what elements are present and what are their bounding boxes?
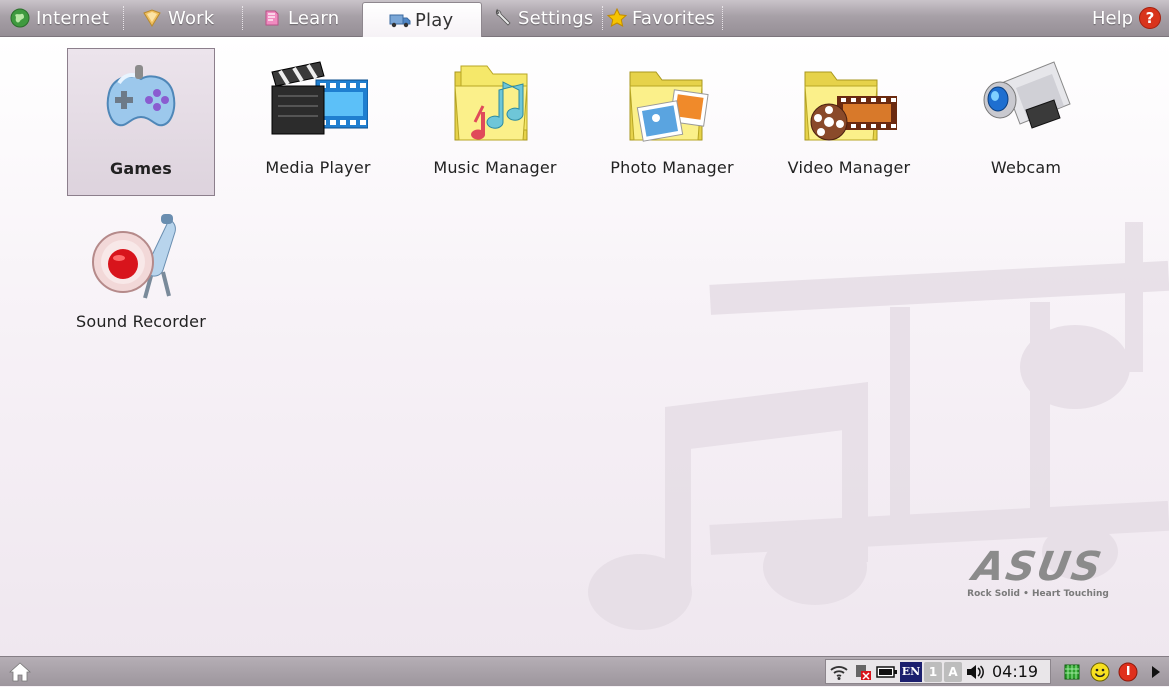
tab-play[interactable]: Play <box>362 2 482 37</box>
tab-label: Favorites <box>632 7 716 29</box>
tab-label: Work <box>168 7 215 29</box>
app-sound-recorder[interactable]: Sound Recorder <box>67 202 215 350</box>
app-label: Webcam <box>990 158 1062 177</box>
app-label: Photo Manager <box>610 158 734 177</box>
tab-label: Settings <box>518 7 594 29</box>
asus-logo: ASUS <box>969 544 1107 590</box>
clock[interactable]: 04:19 <box>992 662 1038 681</box>
webcam-icon <box>983 61 1071 129</box>
desktop: Games Media Player Music Manager Photo M… <box>0 37 1169 656</box>
help-label: Help <box>1091 7 1133 29</box>
asus-tagline: Rock Solid • Heart Touching <box>967 589 1109 599</box>
app-video-manager[interactable]: Video Manager <box>775 48 923 196</box>
app-media-player[interactable]: Media Player <box>244 48 392 196</box>
app-label: Media Player <box>265 158 371 177</box>
clapperboard-icon <box>271 61 368 135</box>
tab-work[interactable]: Work <box>142 2 214 34</box>
truck-icon <box>389 10 411 30</box>
globe-icon <box>10 8 30 28</box>
tab-favorites[interactable]: Favorites <box>606 2 716 34</box>
wifi-icon[interactable] <box>828 662 850 682</box>
shutdown-icon[interactable] <box>1116 661 1140 683</box>
book-icon <box>262 8 282 28</box>
tab-separator <box>123 6 124 30</box>
gamepad-icon <box>106 65 176 127</box>
tab-separator <box>602 6 603 30</box>
tab-label: Internet <box>36 7 110 29</box>
app-label: Games <box>110 159 172 178</box>
star-icon <box>606 7 628 28</box>
taskbar: EN 1 A 04:19 <box>0 656 1169 686</box>
question-icon: ? <box>1139 7 1161 29</box>
memory-chip-icon[interactable] <box>1060 661 1084 683</box>
music-folder-icon <box>454 65 528 141</box>
tab-separator <box>242 6 243 30</box>
tab-learn[interactable]: Learn <box>262 2 339 34</box>
folder-icon <box>142 8 162 28</box>
home-icon <box>8 662 32 682</box>
language-indicator[interactable]: EN <box>900 661 922 682</box>
tab-separator <box>722 6 723 30</box>
caps-lock-indicator: A <box>944 661 962 682</box>
asus-brand: ASUS Rock Solid • Heart Touching <box>958 544 1118 599</box>
app-music-manager[interactable]: Music Manager <box>421 48 569 196</box>
app-label: Video Manager <box>787 158 911 177</box>
home-button[interactable] <box>8 661 32 683</box>
app-webcam[interactable]: Webcam <box>952 48 1100 196</box>
tab-label: Play <box>415 9 454 31</box>
app-photo-manager[interactable]: Photo Manager <box>598 48 746 196</box>
network-disconnected-icon[interactable] <box>852 662 874 682</box>
app-label: Sound Recorder <box>76 312 206 331</box>
microphone-icon <box>92 214 176 299</box>
battery-icon[interactable] <box>876 662 898 682</box>
wrench-icon <box>492 8 512 28</box>
app-games[interactable]: Games <box>67 48 215 196</box>
video-folder-icon <box>804 71 897 141</box>
system-tray: EN 1 A 04:19 <box>825 659 1051 684</box>
app-label: Music Manager <box>433 158 557 177</box>
volume-icon[interactable] <box>964 662 986 682</box>
tab-internet[interactable]: Internet <box>10 2 109 34</box>
photo-folder-icon <box>629 71 709 142</box>
num-lock-indicator: 1 <box>924 661 942 682</box>
tab-label: Learn <box>288 7 340 29</box>
tab-settings[interactable]: Settings <box>492 2 593 34</box>
tray-extras <box>1060 660 1169 684</box>
top-tab-bar: Internet Work Learn Play Settings Favori… <box>0 0 1169 37</box>
smiley-icon[interactable] <box>1088 661 1112 683</box>
expand-arrow-icon[interactable] <box>1144 661 1168 683</box>
help-button[interactable]: Help ? <box>1092 2 1161 34</box>
